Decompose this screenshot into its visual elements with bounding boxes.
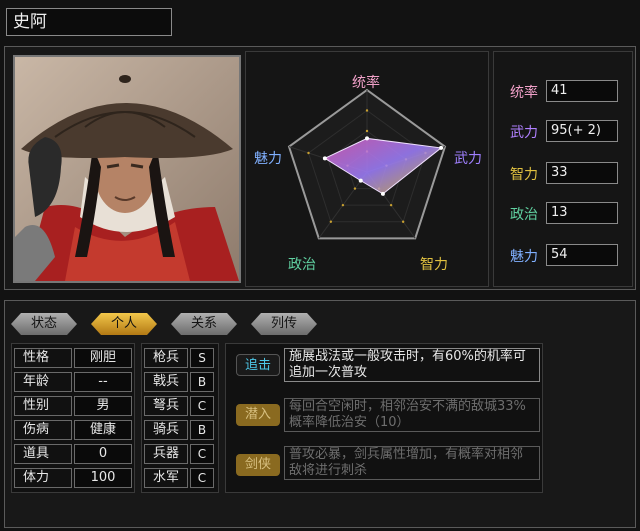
radar-label-bottom-left: 政治 <box>288 257 316 273</box>
skill-desc-infiltrate: 每回合空闲时，相邻治安不满的敌城33%概率降低治安（10） <box>284 398 540 432</box>
radar-tick <box>389 203 393 207</box>
stat-label: 魅力 <box>510 249 538 265</box>
stat-value: 33 <box>546 162 618 184</box>
info-value: 健康 <box>74 420 132 440</box>
info-row: 道具 0 <box>14 444 132 464</box>
stat-row-politics: 政治 13 <box>504 202 628 224</box>
radar-value-point <box>439 145 444 150</box>
skill-desc-pursuit: 施展战法或一般攻击时，有60%的机率可追加一次普攻 <box>284 348 540 382</box>
character-detail-panel: 状态 个人 关系 列传 性格 刚胆 年龄 -- 性别 男 伤病 健康 道具 0 … <box>4 300 636 528</box>
info-row: 性别 男 <box>14 396 132 416</box>
radar-tick <box>365 109 369 112</box>
radar-tick <box>353 187 357 190</box>
attribute-radar-chart: 统率 武力 智力 政治 魅力 <box>245 51 489 287</box>
info-label: 年龄 <box>14 372 72 392</box>
info-value: 0 <box>74 444 132 464</box>
stat-label: 武力 <box>510 125 538 141</box>
radar-tick <box>365 129 369 133</box>
info-label: 性格 <box>14 348 72 368</box>
troop-row: 骑兵 B <box>144 420 218 440</box>
troop-label: 骑兵 <box>144 420 188 440</box>
radar-tick <box>329 220 333 223</box>
troop-label: 戟兵 <box>144 372 188 392</box>
info-row: 体力 100 <box>14 468 132 488</box>
troop-grade: S <box>190 348 214 368</box>
info-row: 性格 刚胆 <box>14 348 132 368</box>
character-overview-panel: 统率 武力 智力 政治 魅力 统率 41 武力 95(+ 2) 智力 33 政治… <box>4 46 636 290</box>
info-row: 年龄 -- <box>14 372 132 392</box>
radar-label-left: 魅力 <box>254 151 282 167</box>
troop-grade: C <box>190 468 214 488</box>
info-value: -- <box>74 372 132 392</box>
stat-row-war: 武力 95(+ 2) <box>504 120 628 142</box>
info-label: 伤病 <box>14 420 72 440</box>
character-name: 史阿 <box>13 12 47 32</box>
troop-row: 枪兵 S <box>144 348 218 368</box>
radar-value-point <box>358 178 363 183</box>
troop-row: 戟兵 B <box>144 372 218 392</box>
info-value: 男 <box>74 396 132 416</box>
troop-grade: B <box>190 420 214 440</box>
personal-info-panel: 性格 刚胆 年龄 -- 性别 男 伤病 健康 道具 0 体力 100 <box>11 343 135 493</box>
stat-row-charisma: 魅力 54 <box>504 244 628 266</box>
stat-row-leadership: 统率 41 <box>504 80 628 102</box>
radar-label-right: 武力 <box>454 151 482 167</box>
tab-personal[interactable]: 个人 <box>91 313 157 335</box>
skill-badge-pursuit[interactable]: 追击 <box>236 354 280 376</box>
tab-relations[interactable]: 关系 <box>171 313 237 335</box>
radar-tick <box>341 203 345 207</box>
radar-value-point <box>365 136 369 141</box>
stat-label: 政治 <box>510 207 538 223</box>
troop-row: 兵器 C <box>144 444 218 464</box>
character-portrait <box>13 55 241 283</box>
stat-row-intelligence: 智力 33 <box>504 162 628 184</box>
stat-value: 54 <box>546 244 618 266</box>
radar-tick <box>401 220 405 223</box>
info-value: 刚胆 <box>74 348 132 368</box>
info-label: 性别 <box>14 396 72 416</box>
radar-tick <box>307 151 310 155</box>
info-value: 100 <box>74 468 132 488</box>
skill-desc-swordsman: 普攻必暴，剑兵属性增加，有概率对相邻敌将进行刺杀 <box>284 446 540 480</box>
radar-value-point <box>322 156 327 161</box>
troop-row: 弩兵 C <box>144 396 218 416</box>
troop-aptitude-panel: 枪兵 S 戟兵 B 弩兵 C 骑兵 B 兵器 C 水军 C <box>141 343 219 493</box>
radar-value-point <box>380 191 385 196</box>
attribute-stats-panel: 统率 41 武力 95(+ 2) 智力 33 政治 13 魅力 54 <box>493 51 633 287</box>
radar-label-bottom-right: 智力 <box>420 257 448 273</box>
stat-label: 智力 <box>510 167 538 183</box>
stat-value: 13 <box>546 202 618 224</box>
tab-biography[interactable]: 列传 <box>251 313 317 335</box>
radar-label-top: 统率 <box>352 75 380 91</box>
skill-badge-infiltrate[interactable]: 潜入 <box>236 404 280 426</box>
troop-grade: B <box>190 372 214 392</box>
stat-label: 统率 <box>510 85 538 101</box>
troop-label: 弩兵 <box>144 396 188 416</box>
info-row: 伤病 健康 <box>14 420 132 440</box>
info-label: 体力 <box>14 468 72 488</box>
stat-value: 41 <box>546 80 618 102</box>
stat-value: 95(+ 2) <box>546 120 618 142</box>
tab-status[interactable]: 状态 <box>11 313 77 335</box>
character-name-box: 史阿 <box>6 8 172 36</box>
troop-label: 兵器 <box>144 444 188 464</box>
skill-badge-swordsman[interactable]: 剑侠 <box>236 454 280 476</box>
troop-grade: C <box>190 444 214 464</box>
skills-panel: 追击 施展战法或一般攻击时，有60%的机率可追加一次普攻 潜入 每回合空闲时，相… <box>225 343 543 493</box>
troop-label: 枪兵 <box>144 348 188 368</box>
troop-grade: C <box>190 396 214 416</box>
info-label: 道具 <box>14 444 72 464</box>
portrait-image <box>15 57 239 281</box>
troop-row: 水军 C <box>144 468 218 488</box>
troop-label: 水军 <box>144 468 188 488</box>
